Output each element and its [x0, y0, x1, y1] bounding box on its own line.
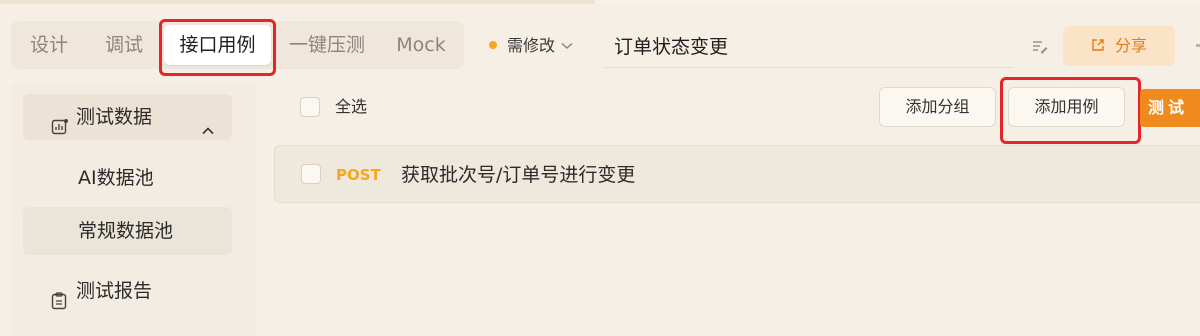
select-all-checkbox[interactable] [300, 97, 320, 117]
tab-design[interactable]: 设计 [24, 21, 74, 69]
more-icon[interactable] [1196, 44, 1200, 47]
tab-mock[interactable]: Mock [391, 21, 451, 69]
status-dot [489, 40, 497, 49]
chevron-down-icon [561, 29, 573, 61]
select-all-label[interactable]: 全选 [335, 96, 367, 118]
method-badge: POST [336, 166, 381, 184]
test-button[interactable]: 测试 [1140, 89, 1200, 127]
api-title-input[interactable] [604, 24, 1014, 68]
status-label: 需修改 [507, 36, 556, 55]
case-row[interactable]: POST 获取批次号/订单号进行变更 [274, 145, 1200, 203]
chart-icon [51, 107, 69, 153]
tab-debug[interactable]: 调试 [99, 21, 149, 69]
add-case-button[interactable]: 添加用例 [1008, 87, 1125, 127]
sidebar-item-regular-data-pool[interactable]: 常规数据池 [23, 207, 232, 255]
sidebar-report-label: 测试报告 [76, 280, 153, 302]
sidebar-item-test-report[interactable]: 测试报告 [23, 268, 232, 314]
clipboard-icon [51, 281, 67, 327]
top-strip [0, 0, 1200, 4]
chevron-up-icon[interactable] [201, 109, 215, 155]
tab-bar: 设计 调试 接口用例 一键压测 Mock [11, 21, 464, 69]
tab-api-cases[interactable]: 接口用例 [164, 25, 271, 65]
share-icon [1092, 38, 1104, 51]
sidebar-section-test-data[interactable]: 测试数据 [23, 94, 232, 140]
case-checkbox[interactable] [301, 164, 321, 184]
share-button[interactable]: 分享 [1063, 26, 1175, 66]
sidebar-item-ai-data-pool[interactable]: AI数据池 [23, 154, 232, 202]
tab-load-test[interactable]: 一键压测 [283, 21, 371, 69]
edit-icon[interactable] [1031, 37, 1049, 55]
sidebar: 测试数据 AI数据池 常规数据池 测试报告 [11, 84, 256, 336]
sidebar-section-label: 测试数据 [76, 106, 153, 128]
case-name: 获取批次号/订单号进行变更 [401, 164, 636, 186]
share-label: 分享 [1114, 36, 1147, 55]
add-group-button[interactable]: 添加分组 [879, 87, 996, 127]
status-dropdown[interactable]: 需修改 [489, 30, 573, 62]
